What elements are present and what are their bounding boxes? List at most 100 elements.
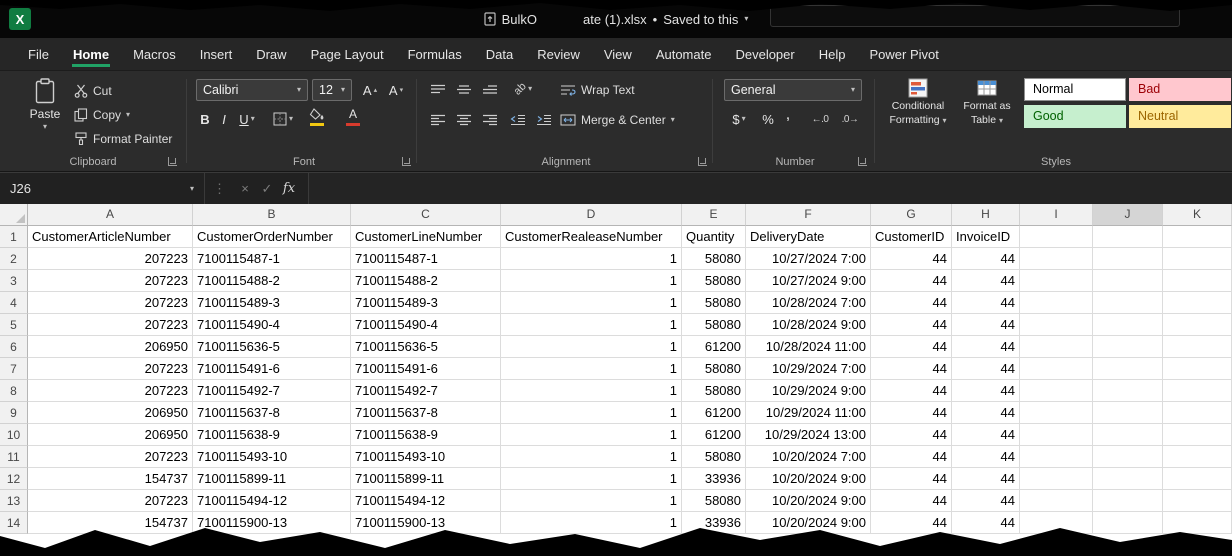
align-left-button[interactable]: [426, 110, 450, 130]
title-chevron-down-icon[interactable]: ▾: [744, 15, 748, 23]
cell-H4[interactable]: 44: [952, 292, 1020, 314]
cell-D6[interactable]: 1: [501, 336, 682, 358]
column-header-C[interactable]: C: [351, 204, 501, 226]
align-right-button[interactable]: [478, 110, 502, 130]
cell-C3[interactable]: 7100115488-2: [351, 270, 501, 292]
row-header-5[interactable]: 5: [0, 314, 28, 336]
format-painter-button[interactable]: Format Painter: [74, 129, 172, 149]
cell-B4[interactable]: 7100115489-3: [193, 292, 351, 314]
cell-I8[interactable]: [1020, 380, 1093, 402]
cell-E6[interactable]: 61200: [682, 336, 746, 358]
cell-G6[interactable]: 44: [871, 336, 952, 358]
cell-F3[interactable]: 10/27/2024 9:00: [746, 270, 871, 292]
cell-D10[interactable]: 1: [501, 424, 682, 446]
cell-H14[interactable]: 44: [952, 512, 1020, 534]
number-format-select[interactable]: General▾: [724, 79, 862, 101]
cell-C8[interactable]: 7100115492-7: [351, 380, 501, 402]
select-all-button[interactable]: [0, 204, 28, 226]
cell-D13[interactable]: 1: [501, 490, 682, 512]
tab-formulas[interactable]: Formulas: [396, 38, 474, 70]
column-header-J[interactable]: J: [1093, 204, 1163, 226]
cell-B14[interactable]: 7100115900-13: [193, 512, 351, 534]
cell-E3[interactable]: 58080: [682, 270, 746, 292]
cell-C10[interactable]: 7100115638-9: [351, 424, 501, 446]
cell-I11[interactable]: [1020, 446, 1093, 468]
cell-B2[interactable]: 7100115487-1: [193, 248, 351, 270]
cell-D11[interactable]: 1: [501, 446, 682, 468]
cell-J6[interactable]: [1093, 336, 1163, 358]
cell-D8[interactable]: 1: [501, 380, 682, 402]
cell-J5[interactable]: [1093, 314, 1163, 336]
cell-A8[interactable]: 207223: [28, 380, 193, 402]
cell-F2[interactable]: 10/27/2024 7:00: [746, 248, 871, 270]
cell-E9[interactable]: 61200: [682, 402, 746, 424]
cell-K12[interactable]: [1163, 468, 1232, 490]
cell-E13[interactable]: 58080: [682, 490, 746, 512]
insert-function-icon[interactable]: fx: [278, 181, 300, 196]
align-middle-button[interactable]: [452, 80, 476, 100]
cell-I10[interactable]: [1020, 424, 1093, 446]
cell-K7[interactable]: [1163, 358, 1232, 380]
cell-B9[interactable]: 7100115637-8: [193, 402, 351, 424]
merge-center-button[interactable]: Merge & Center ▾: [560, 110, 675, 130]
cell-J9[interactable]: [1093, 402, 1163, 424]
cell-C11[interactable]: 7100115493-10: [351, 446, 501, 468]
fill-color-button[interactable]: [302, 107, 332, 127]
cell-I2[interactable]: [1020, 248, 1093, 270]
cell-G4[interactable]: 44: [871, 292, 952, 314]
cell-G10[interactable]: 44: [871, 424, 952, 446]
conditional-formatting-button[interactable]: Conditional Formatting ▾: [884, 78, 952, 126]
row-header-14[interactable]: 14: [0, 512, 28, 534]
cell-J7[interactable]: [1093, 358, 1163, 380]
cell-I12[interactable]: [1020, 468, 1093, 490]
cell-J3[interactable]: [1093, 270, 1163, 292]
cell-C14[interactable]: 7100115900-13: [351, 512, 501, 534]
tab-power-pivot[interactable]: Power Pivot: [857, 38, 950, 70]
font-color-button[interactable]: A: [338, 107, 368, 127]
row-header-4[interactable]: 4: [0, 292, 28, 314]
cell-G8[interactable]: 44: [871, 380, 952, 402]
cell-I13[interactable]: [1020, 490, 1093, 512]
cell-K2[interactable]: [1163, 248, 1232, 270]
cell-K4[interactable]: [1163, 292, 1232, 314]
italic-button[interactable]: I: [216, 109, 232, 129]
cell-D3[interactable]: 1: [501, 270, 682, 292]
cell-K3[interactable]: [1163, 270, 1232, 292]
cell-H6[interactable]: 44: [952, 336, 1020, 358]
tab-file[interactable]: File: [16, 38, 61, 70]
cell-D1[interactable]: CustomerRealeaseNumber: [501, 226, 682, 248]
tab-developer[interactable]: Developer: [723, 38, 806, 70]
cell-G7[interactable]: 44: [871, 358, 952, 380]
cell-K9[interactable]: [1163, 402, 1232, 424]
cell-I7[interactable]: [1020, 358, 1093, 380]
cell-I1[interactable]: [1020, 226, 1093, 248]
cell-E1[interactable]: Quantity: [682, 226, 746, 248]
cell-H3[interactable]: 44: [952, 270, 1020, 292]
cell-E12[interactable]: 33936: [682, 468, 746, 490]
row-header-9[interactable]: 9: [0, 402, 28, 424]
cell-A6[interactable]: 206950: [28, 336, 193, 358]
cell-B10[interactable]: 7100115638-9: [193, 424, 351, 446]
cell-A3[interactable]: 207223: [28, 270, 193, 292]
cell-J10[interactable]: [1093, 424, 1163, 446]
cell-E4[interactable]: 58080: [682, 292, 746, 314]
cell-E11[interactable]: 58080: [682, 446, 746, 468]
cell-B12[interactable]: 7100115899-11: [193, 468, 351, 490]
cell-F1[interactable]: DeliveryDate: [746, 226, 871, 248]
cell-B13[interactable]: 7100115494-12: [193, 490, 351, 512]
cell-E8[interactable]: 58080: [682, 380, 746, 402]
cell-F7[interactable]: 10/29/2024 7:00: [746, 358, 871, 380]
cell-G9[interactable]: 44: [871, 402, 952, 424]
column-header-B[interactable]: B: [193, 204, 351, 226]
cell-E7[interactable]: 58080: [682, 358, 746, 380]
cell-I3[interactable]: [1020, 270, 1093, 292]
cell-A4[interactable]: 207223: [28, 292, 193, 314]
row-header-8[interactable]: 8: [0, 380, 28, 402]
tab-data[interactable]: Data: [474, 38, 525, 70]
name-box[interactable]: J26 ▾: [0, 173, 205, 204]
cell-C5[interactable]: 7100115490-4: [351, 314, 501, 336]
cell-G12[interactable]: 44: [871, 468, 952, 490]
font-dialog-launcher-icon[interactable]: [402, 157, 411, 166]
cell-F11[interactable]: 10/20/2024 7:00: [746, 446, 871, 468]
tab-view[interactable]: View: [592, 38, 644, 70]
